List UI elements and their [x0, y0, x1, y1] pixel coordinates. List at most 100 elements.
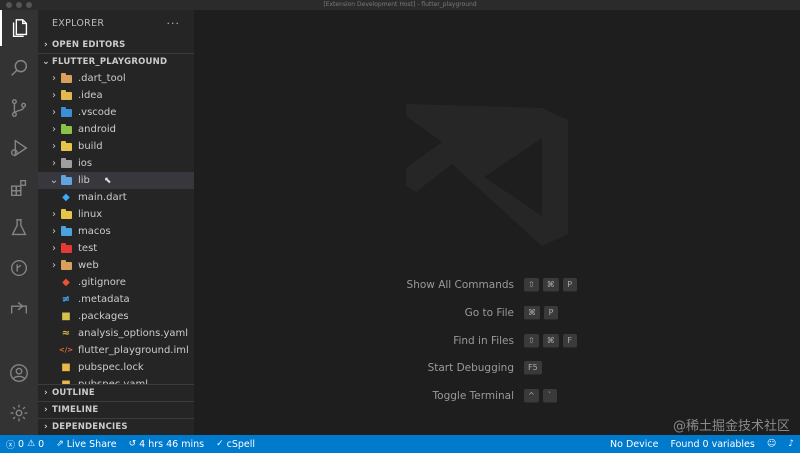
activity-live-share[interactable] — [0, 290, 38, 326]
shortcut-keys: ⌘ P — [524, 305, 558, 320]
dependencies-section[interactable]: › DEPENDENCIES — [38, 418, 194, 435]
tree-item-label: .dart_tool — [78, 73, 126, 84]
time-label: 4 hrs 46 mins — [139, 438, 205, 450]
tree-file[interactable]: ≈ analysis_options.yaml — [38, 325, 194, 342]
tree-item-label: analysis_options.yaml — [78, 328, 189, 339]
notifications-button[interactable]: ♪ — [782, 435, 800, 453]
shortcut-row: Toggle Terminal ^ ` — [194, 388, 800, 404]
tree-folder[interactable]: › .vscode — [38, 104, 194, 121]
cspell-status[interactable]: ✓ cSpell — [210, 435, 261, 453]
tree-item-label: .gitignore — [78, 277, 126, 288]
tree-file[interactable]: ◆ .gitignore — [38, 274, 194, 291]
tree-item-label: .metadata — [78, 294, 130, 305]
tree-file[interactable]: ◆ main.dart — [38, 189, 194, 206]
tree-folder[interactable]: › .dart_tool — [38, 70, 194, 87]
keycap: ` — [542, 389, 557, 404]
file-type-icon: ◆ — [62, 277, 70, 288]
tree-item-label: linux — [78, 209, 103, 220]
bottom-sections: › OUTLINE › TIMELINE › DEPENDENCIES — [38, 384, 194, 435]
history-icon: ↺ — [128, 439, 137, 449]
tree-file[interactable]: ≠ .metadata — [38, 291, 194, 308]
tree-folder[interactable]: › .idea — [38, 87, 194, 104]
tree-folder[interactable]: ⌄ lib ⬉ — [38, 172, 194, 189]
file-type-icon: ■ — [61, 311, 71, 322]
activity-settings[interactable] — [0, 395, 38, 431]
problems-status[interactable]: ⓧ 0 ⚠ 0 — [0, 435, 50, 453]
activity-extensions[interactable] — [0, 170, 38, 206]
warning-count: 0 — [38, 438, 45, 450]
chevron-right-icon: › — [52, 141, 56, 152]
outline-section[interactable]: › OUTLINE — [38, 384, 194, 401]
shortcut-keys: ⇧ ⌘ F — [524, 333, 577, 348]
shortcut-label: Show All Commands — [406, 279, 514, 291]
folder-icon — [60, 225, 72, 237]
folder-icon — [60, 259, 72, 271]
open-editors-section[interactable]: › OPEN EDITORS — [38, 36, 194, 53]
chevron-right-icon: › — [52, 107, 56, 118]
folder-icon — [60, 174, 72, 186]
project-section[interactable]: ⌄ FLUTTER_PLAYGROUND — [38, 53, 194, 70]
activity-explorer[interactable] — [0, 10, 38, 46]
chevron-right-icon: › — [52, 73, 56, 84]
shortcut-keys: ⇧ ⌘ P — [524, 278, 577, 292]
activity-source-control[interactable] — [0, 90, 38, 126]
chevron-right-icon: › — [52, 90, 56, 101]
explorer-title: EXPLORER — [52, 17, 105, 29]
tree-folder[interactable]: › web — [38, 257, 194, 274]
section-label: FLUTTER_PLAYGROUND — [52, 57, 168, 67]
activity-git-graph[interactable] — [0, 250, 38, 286]
explorer-header: EXPLORER ··· — [38, 10, 194, 36]
activity-search[interactable] — [0, 50, 38, 86]
folder-icon — [60, 72, 72, 84]
window-title: [Extension Development Host] - flutter_p… — [323, 1, 477, 8]
file-tree: › .dart_tool › .idea › .vscode › android › build ›… — [38, 70, 194, 393]
activity-testing[interactable] — [0, 210, 38, 246]
folder-icon — [60, 157, 72, 169]
variables-label: Found 0 variables — [670, 438, 755, 450]
tree-file[interactable]: ■ pubspec.lock — [38, 359, 194, 376]
shortcut-label: Find in Files — [453, 334, 514, 347]
chevron-right-icon: › — [44, 422, 48, 432]
tree-item-label: main.dart — [78, 192, 127, 203]
chevron-down-icon: ⌄ — [49, 175, 59, 186]
keycap: F5 — [524, 361, 542, 376]
tree-folder[interactable]: › build — [38, 138, 194, 155]
shortcut-label: Toggle Terminal — [432, 390, 514, 403]
tree-folder[interactable]: › linux — [38, 206, 194, 223]
feedback-button[interactable]: ☺ — [761, 435, 782, 453]
testing-icon — [11, 219, 27, 236]
chevron-right-icon: › — [52, 124, 56, 135]
tree-folder[interactable]: › android — [38, 121, 194, 138]
file-type-icon: ≠ — [61, 294, 71, 305]
tree-folder[interactable]: › macos — [38, 223, 194, 240]
live-share-status[interactable]: ⇗ Live Share — [50, 435, 122, 453]
explorer-sidebar: EXPLORER ··· › OPEN EDITORS ⌄ FLUTTER_PL… — [38, 10, 194, 435]
shortcut-row: Show All Commands ⇧ ⌘ P — [194, 277, 800, 293]
tree-file[interactable]: ■ .packages — [38, 308, 194, 325]
tree-item-label: ios — [78, 158, 93, 169]
chevron-right-icon: › — [44, 388, 48, 398]
mouse-cursor-icon: ⬉ — [103, 175, 112, 186]
check-icon: ✓ — [216, 439, 224, 449]
time-tracker-status[interactable]: ↺ 4 hrs 46 mins — [123, 435, 210, 453]
shortcut-row: Go to File ⌘ P — [194, 305, 800, 321]
extensions-icon — [10, 179, 27, 197]
timeline-section[interactable]: › TIMELINE — [38, 401, 194, 418]
keycap: ⌘ — [542, 278, 559, 292]
tree-folder[interactable]: › ios — [38, 155, 194, 172]
keycap: ⇧ — [524, 278, 539, 292]
activity-account[interactable] — [0, 355, 38, 391]
tree-folder[interactable]: › test — [38, 240, 194, 257]
device-status[interactable]: No Device — [604, 435, 664, 453]
keycap: P — [544, 305, 558, 320]
error-icon: ⓧ — [6, 440, 16, 451]
git-graph-icon — [10, 259, 28, 277]
settings-gear-icon — [10, 404, 28, 422]
section-label: OPEN EDITORS — [52, 39, 126, 50]
variables-status[interactable]: Found 0 variables — [664, 435, 760, 453]
tree-file[interactable]: </> flutter_playground.iml — [38, 342, 194, 359]
activity-run-debug[interactable] — [0, 130, 38, 166]
shortcut-label: Start Debugging — [427, 362, 514, 375]
warning-icon: ⚠ — [27, 439, 36, 449]
more-actions-icon[interactable]: ··· — [167, 17, 181, 30]
